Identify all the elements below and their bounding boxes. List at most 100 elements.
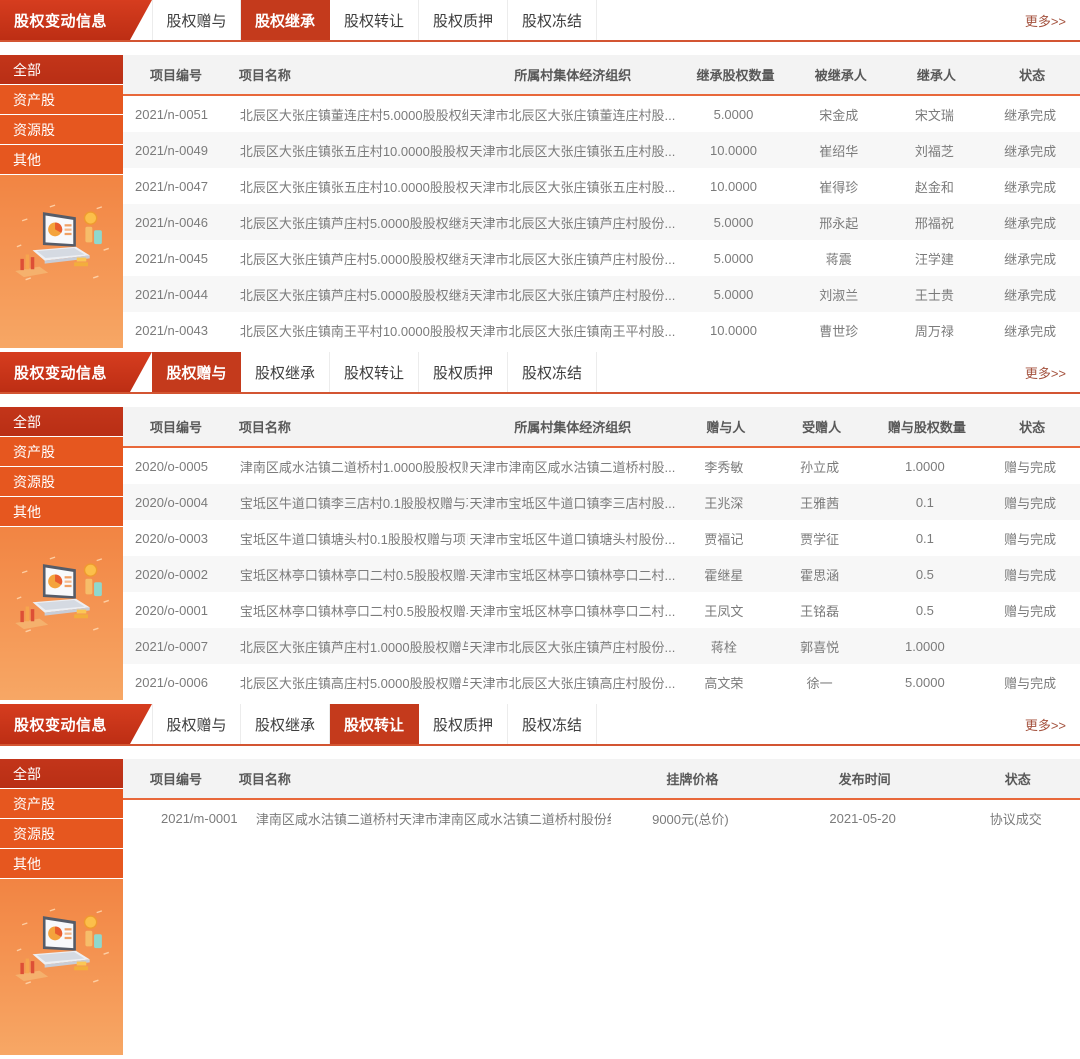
table-row[interactable]: 2021/n-0051 北辰区大张庄镇董连庄村5.0000股股权继... 天津市…	[123, 95, 1080, 132]
sidebar-item-all[interactable]: 全部	[0, 55, 123, 85]
cell: 5.0000	[678, 95, 793, 132]
sidebar-item-asset-shares[interactable]: 资产股	[0, 789, 123, 819]
cell: 天津市北辰区大张庄镇芦庄村股份...	[468, 628, 679, 664]
col-inherit-qty: 继承股权数量	[678, 55, 793, 95]
category-sidebar: 全部 资产股 资源股 其他	[0, 55, 123, 348]
cell: 协议成交	[956, 799, 1080, 836]
cell: 0.5	[869, 592, 984, 628]
tab-equity-transfer[interactable]: 股权转让	[330, 352, 419, 392]
cell: 北辰区大张庄镇芦庄村5.0000股股权继承...	[238, 204, 468, 240]
cell: 津南区咸水沽镇二道桥村天津市津南区咸水沽镇二道桥村股份经...	[238, 799, 611, 836]
sidebar-item-other[interactable]: 其他	[0, 497, 123, 527]
table-row[interactable]: 2021/n-0046 北辰区大张庄镇芦庄村5.0000股股权继承... 天津市…	[123, 204, 1080, 240]
tab-equity-inheritance[interactable]: 股权继承	[241, 704, 330, 744]
cell: 宝坻区林亭口镇林亭口二村0.5股股权赠与...	[238, 592, 468, 628]
table-row[interactable]: 2021/n-0047 北辰区大张庄镇张五庄村10.0000股股权继... 天津…	[123, 168, 1080, 204]
tab-equity-pledge[interactable]: 股权质押	[419, 0, 508, 40]
table-row[interactable]: 2021/o-0007 北辰区大张庄镇芦庄村1.0000股股权赠与... 天津市…	[123, 628, 1080, 664]
cell: 孙立成	[774, 447, 870, 484]
col-status: 状态	[956, 759, 1080, 799]
tab-equity-inheritance[interactable]: 股权继承	[241, 0, 330, 40]
sidebar-item-other[interactable]: 其他	[0, 145, 123, 175]
cell: 王凤文	[678, 592, 774, 628]
cell: 北辰区大张庄镇张五庄村10.0000股股权继...	[238, 132, 468, 168]
table-row[interactable]: 2021/n-0044 北辰区大张庄镇芦庄村5.0000股股权继承... 天津市…	[123, 276, 1080, 312]
tab-bar: 股权赠与 股权继承 股权转让 股权质押 股权冻结	[152, 0, 597, 40]
cell: 赠与完成	[984, 484, 1080, 520]
sidebar-item-resource-shares[interactable]: 资源股	[0, 115, 123, 145]
cell: 天津市北辰区大张庄镇张五庄村股...	[468, 168, 679, 204]
cell: 天津市北辰区大张庄镇董连庄村股...	[468, 95, 679, 132]
table-row[interactable]: 2021/n-0049 北辰区大张庄镇张五庄村10.0000股股权继... 天津…	[123, 132, 1080, 168]
section-header: 股权变动信息 股权赠与 股权继承 股权转让 股权质押 股权冻结 更多>>	[0, 704, 1080, 746]
cell: 霍继星	[678, 556, 774, 592]
section-body: 全部 资产股 资源股 其他	[0, 407, 1080, 700]
tab-bar: 股权赠与 股权继承 股权转让 股权质押 股权冻结	[152, 352, 597, 392]
col-recipient: 受赠人	[774, 407, 870, 447]
more-link[interactable]: 更多>>	[1025, 352, 1080, 392]
tab-equity-freeze[interactable]: 股权冻结	[508, 352, 597, 392]
sidebar-item-asset-shares[interactable]: 资产股	[0, 437, 123, 467]
cell: 北辰区大张庄镇南王平村10.0000股股权继...	[238, 312, 468, 348]
cell: 天津市北辰区大张庄镇高庄村股份...	[468, 664, 679, 700]
table-row[interactable]: 2020/o-0003 宝坻区牛道口镇塘头村0.1股股权赠与项目 天津市宝坻区牛…	[123, 520, 1080, 556]
cell: 宝坻区牛道口镇李三店村0.1股股权赠与项目	[238, 484, 468, 520]
sidebar-item-resource-shares[interactable]: 资源股	[0, 819, 123, 849]
table-row[interactable]: 2020/o-0004 宝坻区牛道口镇李三店村0.1股股权赠与项目 天津市宝坻区…	[123, 484, 1080, 520]
section-equity-gift: 股权变动信息 股权赠与 股权继承 股权转让 股权质押 股权冻结 更多>> 全部 …	[0, 352, 1080, 700]
sidebar-item-all[interactable]: 全部	[0, 759, 123, 789]
cell: 1.0000	[869, 628, 984, 664]
table-row[interactable]: 2021/n-0045 北辰区大张庄镇芦庄村5.0000股股权继承... 天津市…	[123, 240, 1080, 276]
gift-table: 项目编号 项目名称 所属村集体经济组织 赠与人 受赠人 赠与股权数量 状态 20…	[123, 407, 1080, 700]
category-sidebar: 全部 资产股 资源股 其他	[0, 759, 123, 1055]
cell: 继承完成	[984, 240, 1080, 276]
cell: 王兆深	[678, 484, 774, 520]
table-row[interactable]: 2020/o-0005 津南区咸水沽镇二道桥村1.0000股股权赠... 天津市…	[123, 447, 1080, 484]
tab-equity-pledge[interactable]: 股权质押	[419, 352, 508, 392]
cell: 5.0000	[869, 664, 984, 700]
cell: 继承完成	[984, 276, 1080, 312]
cell: 2021/n-0043	[123, 312, 238, 348]
section-header: 股权变动信息 股权赠与 股权继承 股权转让 股权质押 股权冻结 更多>>	[0, 352, 1080, 394]
cell: 天津市津南区咸水沽镇二道桥村股...	[468, 447, 679, 484]
col-project-id: 项目编号	[123, 407, 238, 447]
cell: 2021/o-0007	[123, 628, 238, 664]
table-area: 项目编号 项目名称 所属村集体经济组织 赠与人 受赠人 赠与股权数量 状态 20…	[123, 407, 1080, 700]
table-row[interactable]: 2021/o-0006 北辰区大张庄镇高庄村5.0000股股权赠与... 天津市…	[123, 664, 1080, 700]
more-link[interactable]: 更多>>	[1025, 0, 1080, 40]
cell: 蒋震	[793, 240, 889, 276]
sidebar-item-resource-shares[interactable]: 资源股	[0, 467, 123, 497]
cell: 徐一	[774, 664, 870, 700]
sidebar-item-all[interactable]: 全部	[0, 407, 123, 437]
tab-equity-gift[interactable]: 股权赠与	[152, 704, 241, 744]
cell: 天津市北辰区大张庄镇芦庄村股份...	[468, 276, 679, 312]
table-row[interactable]: 2021/n-0043 北辰区大张庄镇南王平村10.0000股股权继... 天津…	[123, 312, 1080, 348]
cell	[984, 628, 1080, 664]
cell: 0.1	[869, 484, 984, 520]
section-title-banner: 股权变动信息	[0, 352, 152, 392]
col-heir: 继承人	[889, 55, 985, 95]
tab-equity-transfer[interactable]: 股权转让	[330, 0, 419, 40]
tab-equity-freeze[interactable]: 股权冻结	[508, 0, 597, 40]
cell: 2021/n-0049	[123, 132, 238, 168]
table-row[interactable]: 2021/m-0001 津南区咸水沽镇二道桥村天津市津南区咸水沽镇二道桥村股份经…	[123, 799, 1080, 836]
sidebar-item-asset-shares[interactable]: 资产股	[0, 85, 123, 115]
tab-equity-freeze[interactable]: 股权冻结	[508, 704, 597, 744]
tab-equity-inheritance[interactable]: 股权继承	[241, 352, 330, 392]
cell: 宋文瑞	[889, 95, 985, 132]
cell: 天津市宝坻区林亭口镇林亭口二村...	[468, 592, 679, 628]
tab-equity-gift[interactable]: 股权赠与	[152, 352, 241, 392]
tab-equity-transfer[interactable]: 股权转让	[330, 704, 419, 744]
tab-equity-gift[interactable]: 股权赠与	[152, 0, 241, 40]
table-row[interactable]: 2020/o-0001 宝坻区林亭口镇林亭口二村0.5股股权赠与... 天津市宝…	[123, 592, 1080, 628]
charts-laptop-illustration	[0, 527, 123, 700]
tab-equity-pledge[interactable]: 股权质押	[419, 704, 508, 744]
cell: 2021/o-0006	[123, 664, 238, 700]
table-row[interactable]: 2020/o-0002 宝坻区林亭口镇林亭口二村0.5股股权赠与... 天津市宝…	[123, 556, 1080, 592]
cell: 2020/o-0003	[123, 520, 238, 556]
sidebar-item-other[interactable]: 其他	[0, 849, 123, 879]
cell: 王铭磊	[774, 592, 870, 628]
cell: 天津市北辰区大张庄镇芦庄村股份...	[468, 204, 679, 240]
cell: 邢福祝	[889, 204, 985, 240]
more-link[interactable]: 更多>>	[1025, 704, 1080, 744]
